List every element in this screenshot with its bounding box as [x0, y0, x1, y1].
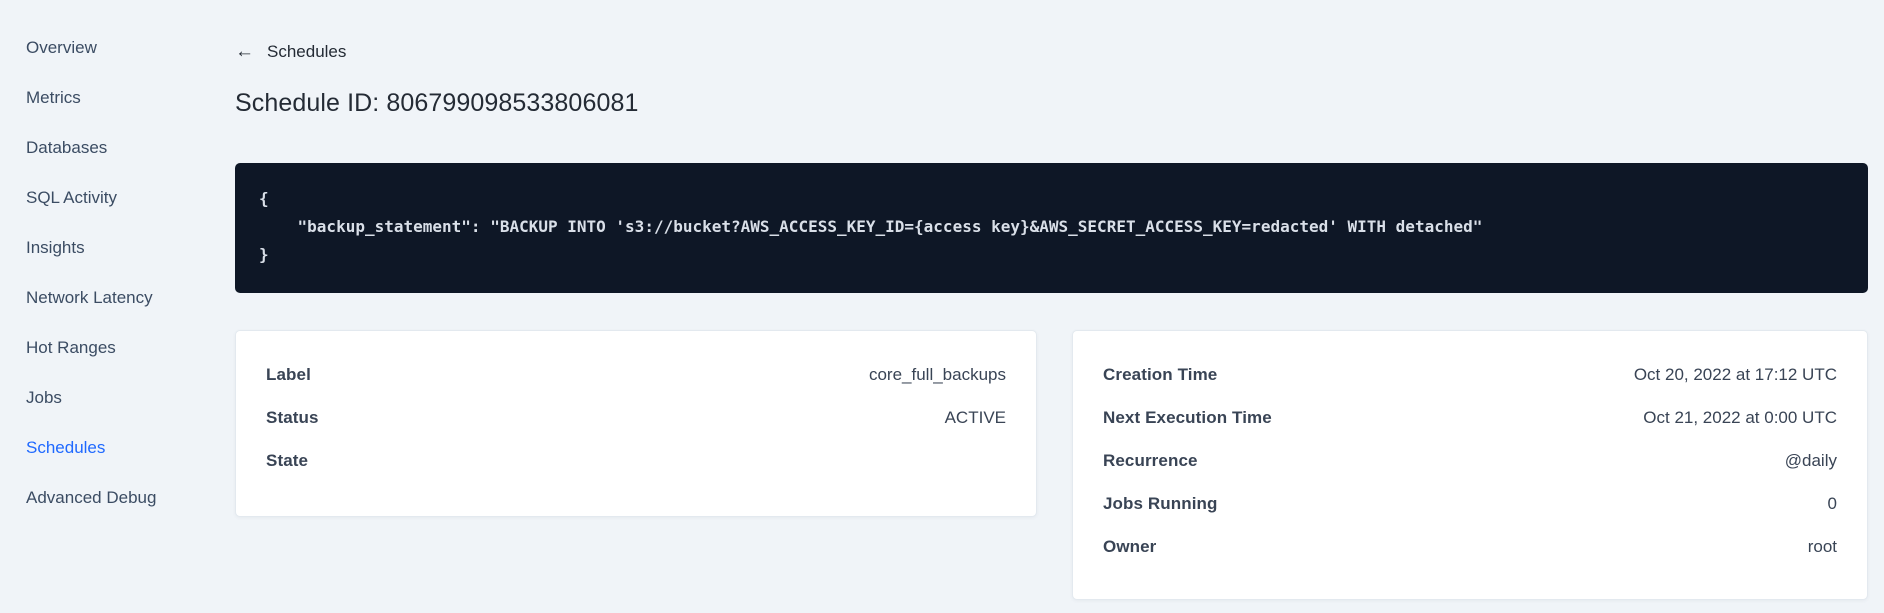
detail-label: Jobs Running [1103, 493, 1218, 513]
sidebar-item-insights[interactable]: Insights [26, 238, 212, 258]
sidebar-item-schedules[interactable]: Schedules [26, 438, 212, 458]
detail-row: Jobs Running 0 [1103, 482, 1837, 525]
detail-value: Oct 20, 2022 at 17:12 UTC [1633, 364, 1837, 384]
sidebar-item-advanced-debug[interactable]: Advanced Debug [26, 488, 212, 508]
sidebar: Overview Metrics Databases SQL Activity Insi… [0, 0, 212, 613]
sidebar-item-hot-ranges[interactable]: Hot Ranges [26, 338, 212, 358]
detail-value: 0 [1827, 493, 1837, 513]
sidebar-item-databases[interactable]: Databases [26, 138, 212, 158]
detail-label: Label [266, 364, 311, 384]
sidebar-item-metrics[interactable]: Metrics [26, 88, 212, 108]
detail-label: Status [266, 407, 319, 427]
back-arrow-icon: ← [235, 41, 254, 62]
page-title: Schedule ID: 806799098533806081 [235, 89, 639, 117]
detail-value: core_full_backups [868, 364, 1006, 384]
back-link-label: Schedules [267, 42, 347, 61]
backup-statement-json: { "backup_statement": "BACKUP INTO 's3:/… [259, 189, 1483, 264]
detail-value: ACTIVE [944, 407, 1006, 427]
schedule-details-card: Label core_full_backups Status ACTIVE State [235, 330, 1037, 517]
sidebar-item-network-latency[interactable]: Network Latency [26, 288, 212, 308]
detail-value: root [1807, 536, 1837, 556]
back-to-schedules-link[interactable]: ← Schedules [235, 42, 1868, 62]
detail-row: Label core_full_backups [266, 353, 1006, 396]
detail-row: Status ACTIVE [266, 396, 1006, 439]
sidebar-item-jobs[interactable]: Jobs [26, 388, 212, 408]
detail-label: Recurrence [1103, 450, 1198, 470]
detail-row: State [266, 439, 1006, 482]
detail-label: State [266, 450, 309, 470]
detail-label: Creation Time [1103, 364, 1218, 384]
detail-row: Next Execution Time Oct 21, 2022 at 0:00 … [1103, 396, 1837, 439]
detail-value: @daily [1784, 450, 1837, 470]
detail-label: Owner [1103, 536, 1157, 556]
sidebar-item-overview[interactable]: Overview [26, 38, 212, 58]
detail-row: Recurrence @daily [1103, 439, 1837, 482]
detail-label: Next Execution Time [1103, 407, 1272, 427]
detail-cards: Label core_full_backups Status ACTIVE State … [235, 330, 1868, 600]
detail-row: Owner root [1103, 525, 1837, 568]
detail-value: Oct 21, 2022 at 0:00 UTC [1643, 407, 1837, 427]
detail-row: Creation Time Oct 20, 2022 at 17:12 UTC [1103, 353, 1837, 396]
backup-statement-code-block: { "backup_statement": "BACKUP INTO 's3:/… [235, 163, 1868, 293]
schedule-timing-card: Creation Time Oct 20, 2022 at 17:12 UTC Ne… [1072, 330, 1868, 600]
sidebar-item-sql-activity[interactable]: SQL Activity [26, 188, 212, 208]
main-content: ← Schedules Schedule ID: 806799098533806… [235, 0, 1868, 600]
